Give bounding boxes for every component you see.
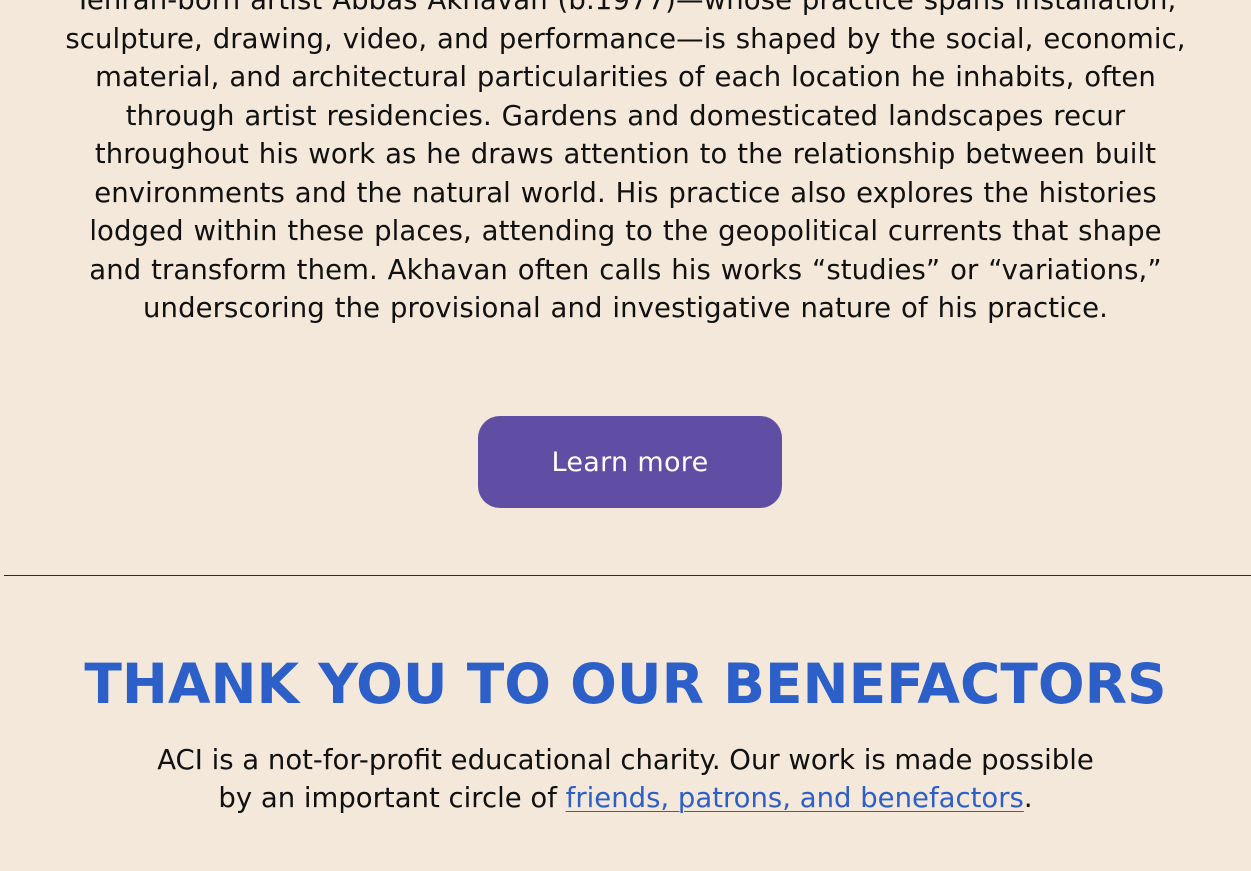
bio-line: through artist residencies. Gardens and … <box>125 99 1126 132</box>
bio-line: lodged within these places, attending to… <box>89 215 1162 247</box>
benefactors-description: ACI is a not-for-profit educational char… <box>0 741 1251 817</box>
benefactors-line-2-suffix: . <box>1023 782 1033 814</box>
benefactors-link[interactable]: friends, patrons, and benefactors <box>566 782 1024 814</box>
bio-line: material, and architectural particularit… <box>95 61 1156 93</box>
bio-line: throughout his work as he draws attentio… <box>94 138 1157 170</box>
bio-line: underscoring the provisional and investi… <box>143 292 1108 324</box>
bio-line: Tehran-born artist Abbas Akhavan (b.1977… <box>74 0 1177 16</box>
learn-more-button[interactable]: Learn more <box>478 416 782 508</box>
benefactors-heading: THANK YOU TO OUR BENEFACTORS <box>84 652 1167 716</box>
bio-line: environments and the natural world. His … <box>94 176 1157 209</box>
artist-bio: Tehran-born artist Abbas Akhavan (b.1977… <box>0 0 1251 328</box>
benefactors-line-1: ACI is a not-for-profit educational char… <box>157 744 1094 776</box>
benefactors-line-2-prefix: by an important circle of <box>218 782 566 814</box>
bio-line: and transform them. Akhavan often calls … <box>89 253 1162 286</box>
section-divider <box>4 575 1251 576</box>
bio-line: sculpture, drawing, video, and performan… <box>65 22 1186 55</box>
